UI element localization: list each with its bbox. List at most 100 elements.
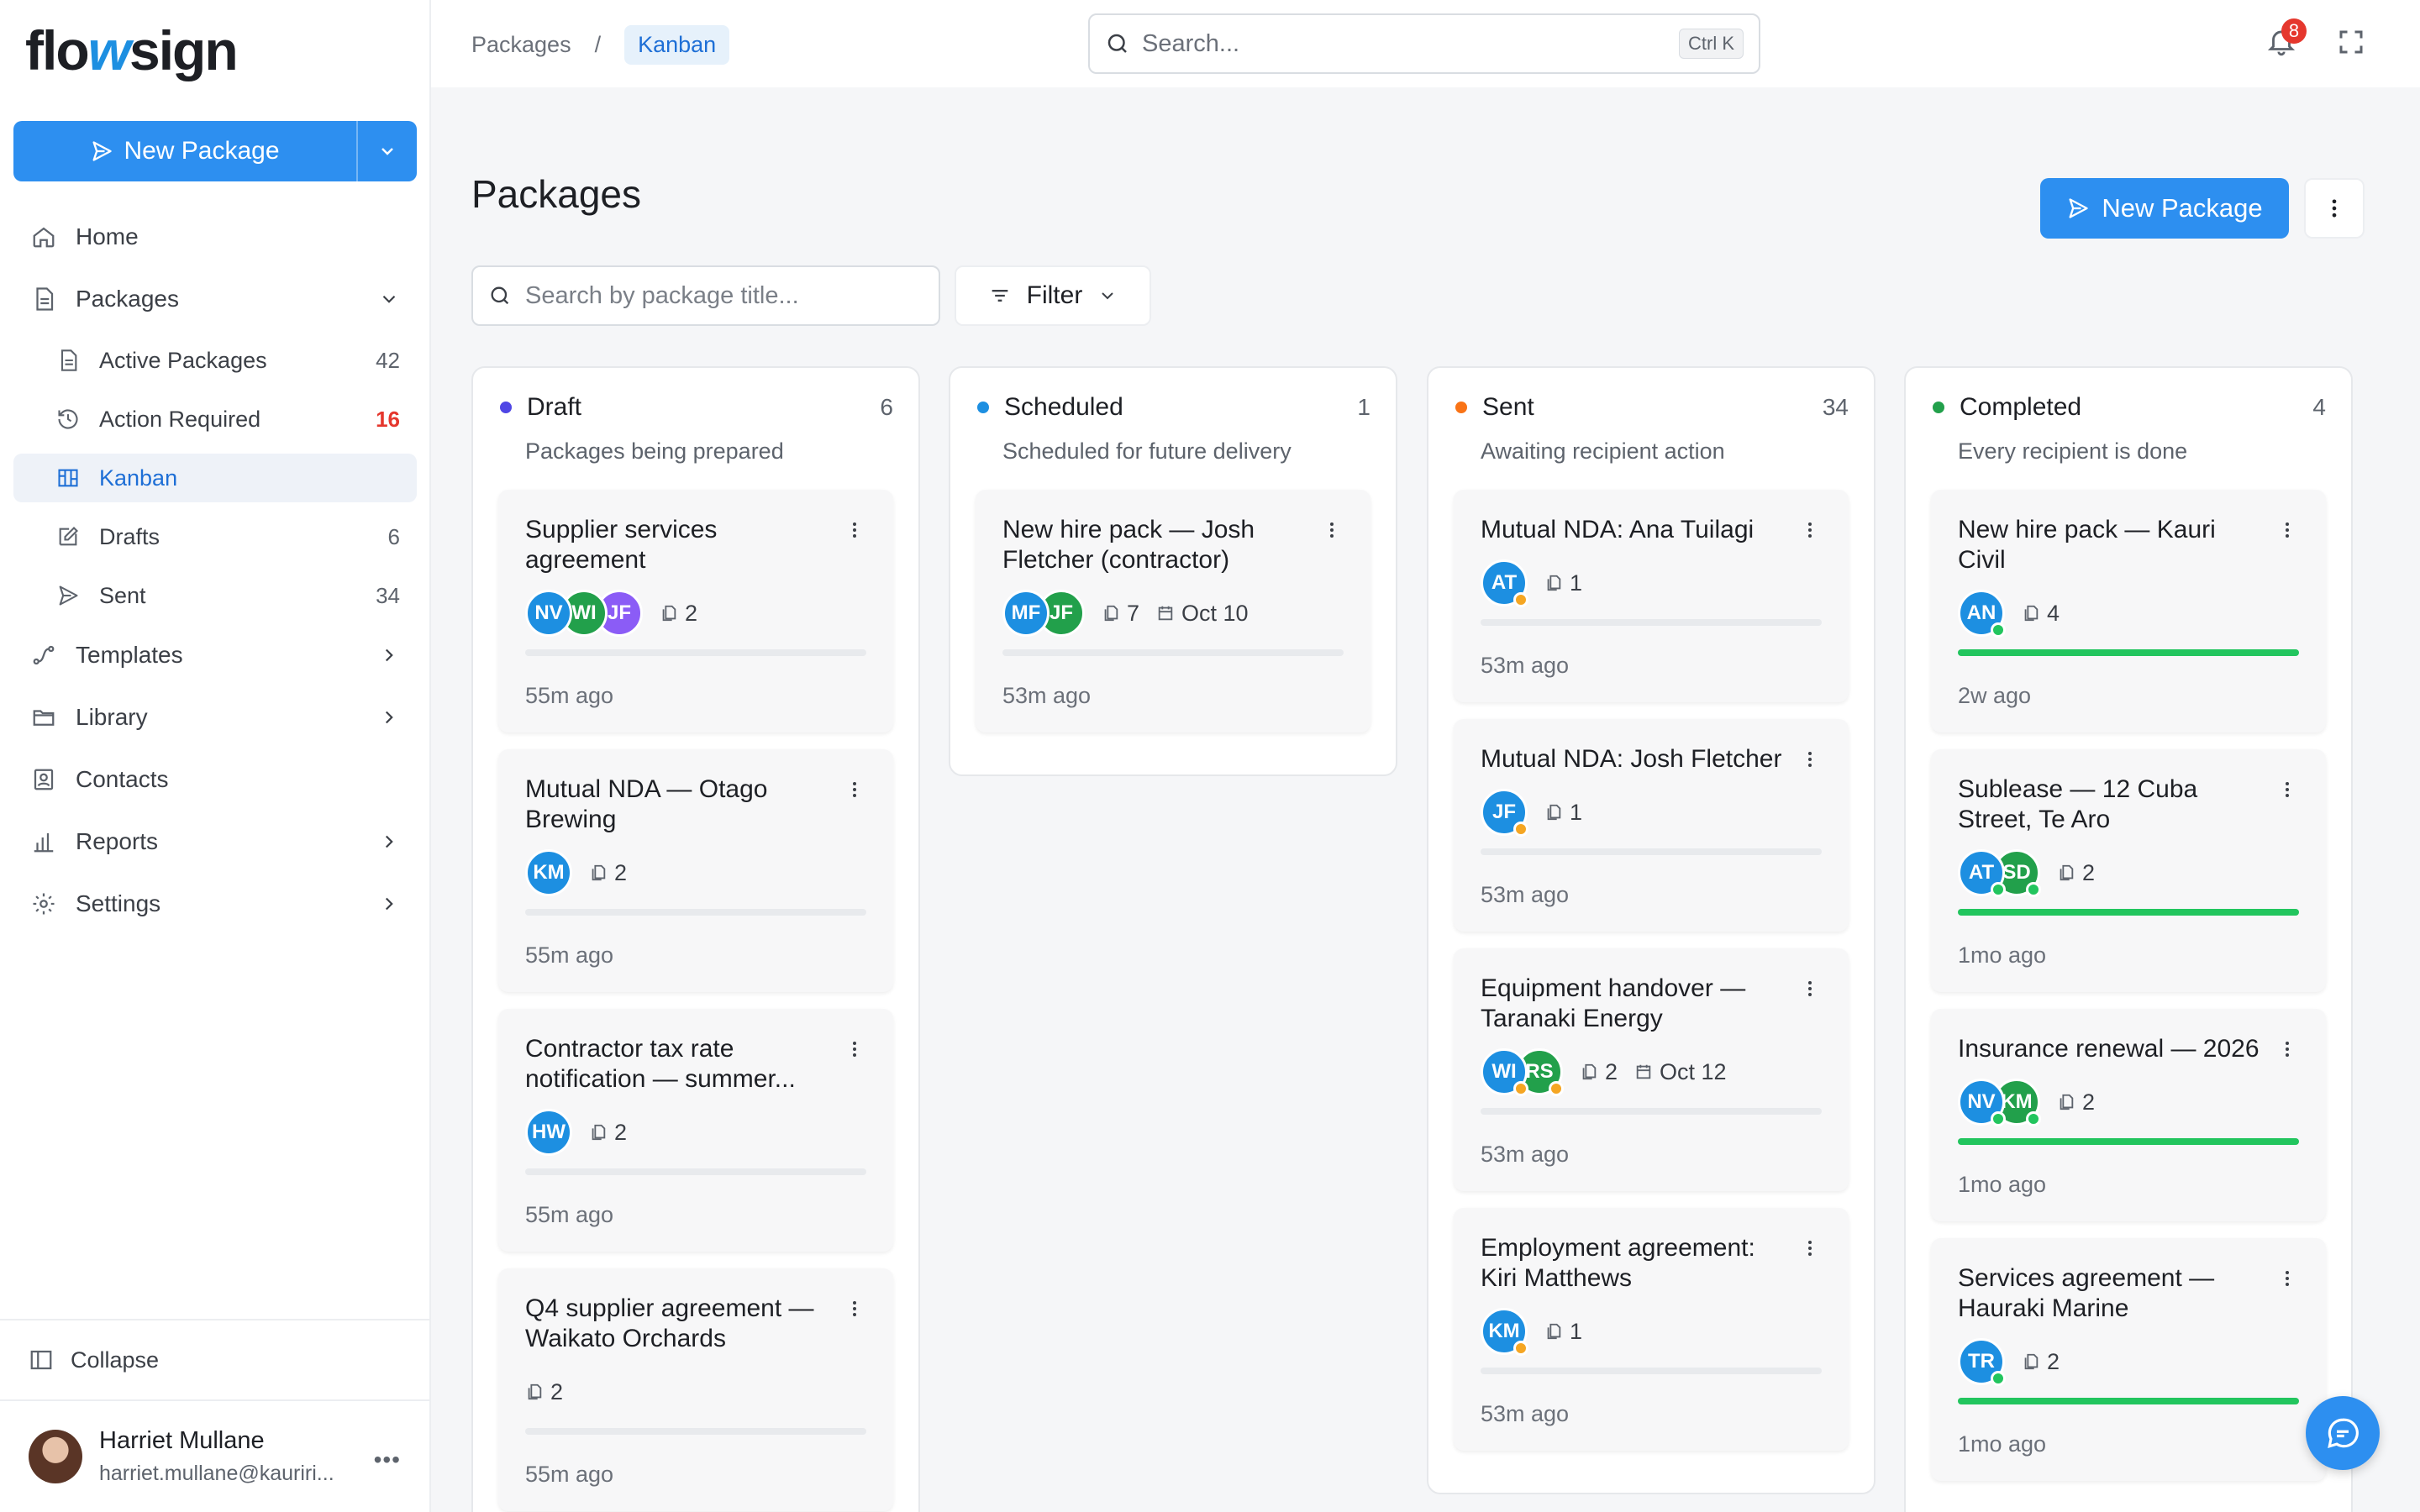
card-timestamp: 55m ago: [525, 1462, 614, 1487]
card-meta: 2: [525, 1368, 866, 1416]
breadcrumb-packages[interactable]: Packages: [471, 32, 571, 58]
filter-label: Filter: [1026, 281, 1083, 309]
new-package-split-button: New Package: [13, 121, 417, 181]
card-more-button[interactable]: [844, 1299, 865, 1323]
header-new-package-button[interactable]: New Package: [2040, 178, 2289, 239]
sidebar-item-settings[interactable]: Settings: [13, 879, 417, 929]
sidebar-item-count: 42: [376, 347, 400, 373]
chevron-down-icon: [381, 148, 393, 155]
recipient-avatars: MF JF: [1002, 590, 1085, 637]
document-count: 7: [1102, 601, 1139, 627]
card-more-button[interactable]: [2277, 780, 2297, 804]
avatar-initials: WI: [571, 601, 597, 624]
card-title: New hire pack — Josh Fletcher (contracto…: [1002, 516, 1255, 574]
package-card[interactable]: Services agreement — Hauraki Marine TR 2 1m…: [1931, 1238, 2326, 1481]
card-timestamp: 2w ago: [1958, 683, 2032, 708]
card-more-button[interactable]: [1800, 1238, 1820, 1263]
card-more-button[interactable]: [1322, 520, 1342, 544]
document-count-value: 2: [550, 1378, 564, 1404]
package-card[interactable]: Mutual NDA: Josh Fletcher JF 1 53m ago: [1454, 719, 1849, 932]
history-icon: [54, 404, 82, 434]
column-header: Scheduled 1: [976, 393, 1370, 422]
column-status-dot: [1455, 402, 1467, 413]
package-card[interactable]: Contractor tax rate notification — summe…: [498, 1009, 893, 1252]
package-search-input[interactable]: Search by package title...: [471, 265, 940, 326]
sidebar-item-contacts[interactable]: Contacts: [13, 754, 417, 805]
collapse-sidebar-button[interactable]: Collapse: [0, 1319, 429, 1399]
column-header: Sent 34: [1454, 393, 1849, 422]
avatar-initials: JF: [1491, 801, 1516, 823]
kanban-column-sent: Sent 34 Awaiting recipient action Mutual ND…: [1427, 366, 1876, 1494]
user-profile[interactable]: Harriet Mullane harriet.mullane@kauriri.…: [0, 1399, 429, 1512]
package-card[interactable]: Mutual NDA — Otago Brewing KM 2 55m ago: [498, 749, 893, 992]
chat-support-button[interactable]: [2306, 1396, 2380, 1470]
folder-icon: [29, 702, 59, 732]
recipient-avatar: KM: [1481, 1308, 1528, 1356]
card-more-button[interactable]: [2277, 1039, 2297, 1063]
card-title: Mutual NDA: Josh Fletcher: [1481, 745, 1782, 773]
send-icon: [2069, 198, 2089, 218]
package-card[interactable]: Supplier services agreement NV WI JF 2 55m ag…: [498, 490, 893, 732]
more-vertical-icon: [853, 522, 856, 538]
sidebar-item-action-required[interactable]: Action Required 16: [13, 395, 417, 444]
gear-icon: [29, 889, 59, 919]
filter-button[interactable]: Filter: [955, 265, 1151, 326]
recipient-status-dot: [1991, 882, 2006, 897]
sidebar-item-reports[interactable]: Reports: [13, 816, 417, 867]
card-title: Mutual NDA — Otago Brewing: [525, 775, 768, 833]
avatar-initials: AT: [1491, 571, 1518, 594]
contact-icon: [29, 764, 59, 795]
card-more-button[interactable]: [2277, 1268, 2297, 1293]
card-title: Employment agreement: Kiri Matthews: [1481, 1234, 1755, 1292]
sidebar-item-active-packages[interactable]: Active Packages 42: [13, 336, 417, 385]
completion-progress-bar: [1481, 619, 1822, 626]
card-more-button[interactable]: [1800, 749, 1820, 774]
sidebar-item-kanban[interactable]: Kanban: [13, 454, 417, 502]
package-card[interactable]: Q4 supplier agreement — Waikato Orchards…: [498, 1268, 893, 1511]
sidebar-item-packages[interactable]: Packages: [13, 274, 417, 324]
fullscreen-button[interactable]: [2336, 27, 2366, 61]
card-meta: KM 2: [525, 848, 866, 897]
recipient-status-dot: [1513, 1341, 1528, 1356]
package-card[interactable]: Insurance renewal — 2026 NV KM 2 1mo ago: [1931, 1009, 2326, 1221]
card-more-button[interactable]: [844, 520, 865, 544]
card-title: Equipment handover — Taranaki Energy: [1481, 974, 1746, 1032]
card-more-button[interactable]: [2277, 520, 2297, 544]
flowsign-logo[interactable]: flowsign: [25, 18, 239, 82]
card-more-button[interactable]: [1800, 520, 1820, 544]
page-more-button[interactable]: [2304, 178, 2365, 239]
card-more-button[interactable]: [1800, 979, 1820, 1003]
new-package-dropdown-button[interactable]: [356, 121, 417, 181]
sidebar-item-sent[interactable]: Sent 34: [13, 571, 417, 620]
package-card[interactable]: Sublease — 12 Cuba Street, Te Aro AT SD 2 1m…: [1931, 749, 2326, 992]
avatar-initials: KM: [533, 861, 565, 884]
sidebar: flowsign New Package Home Packages Activ…: [0, 0, 431, 1512]
sidebar-nav: Home Packages Active Packages 42 Action …: [13, 212, 417, 941]
card-more-button[interactable]: [844, 1039, 865, 1063]
sidebar-item-home[interactable]: Home: [13, 212, 417, 262]
sidebar-item-drafts[interactable]: Drafts 6: [13, 512, 417, 561]
chat-icon: [2328, 1418, 2359, 1449]
package-card[interactable]: Employment agreement: Kiri Matthews KM 1 53…: [1454, 1208, 1849, 1451]
new-package-button[interactable]: New Package: [13, 121, 356, 181]
recipient-avatar: MF: [1002, 590, 1050, 637]
documents-icon: [592, 864, 606, 881]
sidebar-item-count: 16: [376, 406, 400, 432]
card-more-button[interactable]: [844, 780, 865, 804]
package-card[interactable]: New hire pack — Josh Fletcher (contracto…: [976, 490, 1370, 732]
global-search-input[interactable]: Search... Ctrl K: [1088, 13, 1760, 74]
package-card[interactable]: Equipment handover — Taranaki Energy WI RS…: [1454, 948, 1849, 1191]
user-menu-icon[interactable]: •••: [374, 1446, 401, 1473]
completion-progress-bar: [1002, 649, 1344, 656]
sidebar-item-library[interactable]: Library: [13, 692, 417, 743]
package-card[interactable]: New hire pack — Kauri Civil AN 4 2w ago: [1931, 490, 2326, 732]
recipient-status-dot: [1549, 1081, 1564, 1096]
chevron-right-icon: [385, 835, 393, 848]
card-timestamp: 55m ago: [525, 942, 614, 968]
scheduled-date: Oct 12: [1634, 1059, 1727, 1085]
card-meta: NV WI JF 2: [525, 589, 866, 638]
chevron-right-icon: [385, 711, 393, 724]
package-card[interactable]: Mutual NDA: Ana Tuilagi AT 1 53m ago: [1454, 490, 1849, 702]
sidebar-item-templates[interactable]: Templates: [13, 630, 417, 680]
recipient-avatars: WI RS: [1481, 1048, 1564, 1096]
